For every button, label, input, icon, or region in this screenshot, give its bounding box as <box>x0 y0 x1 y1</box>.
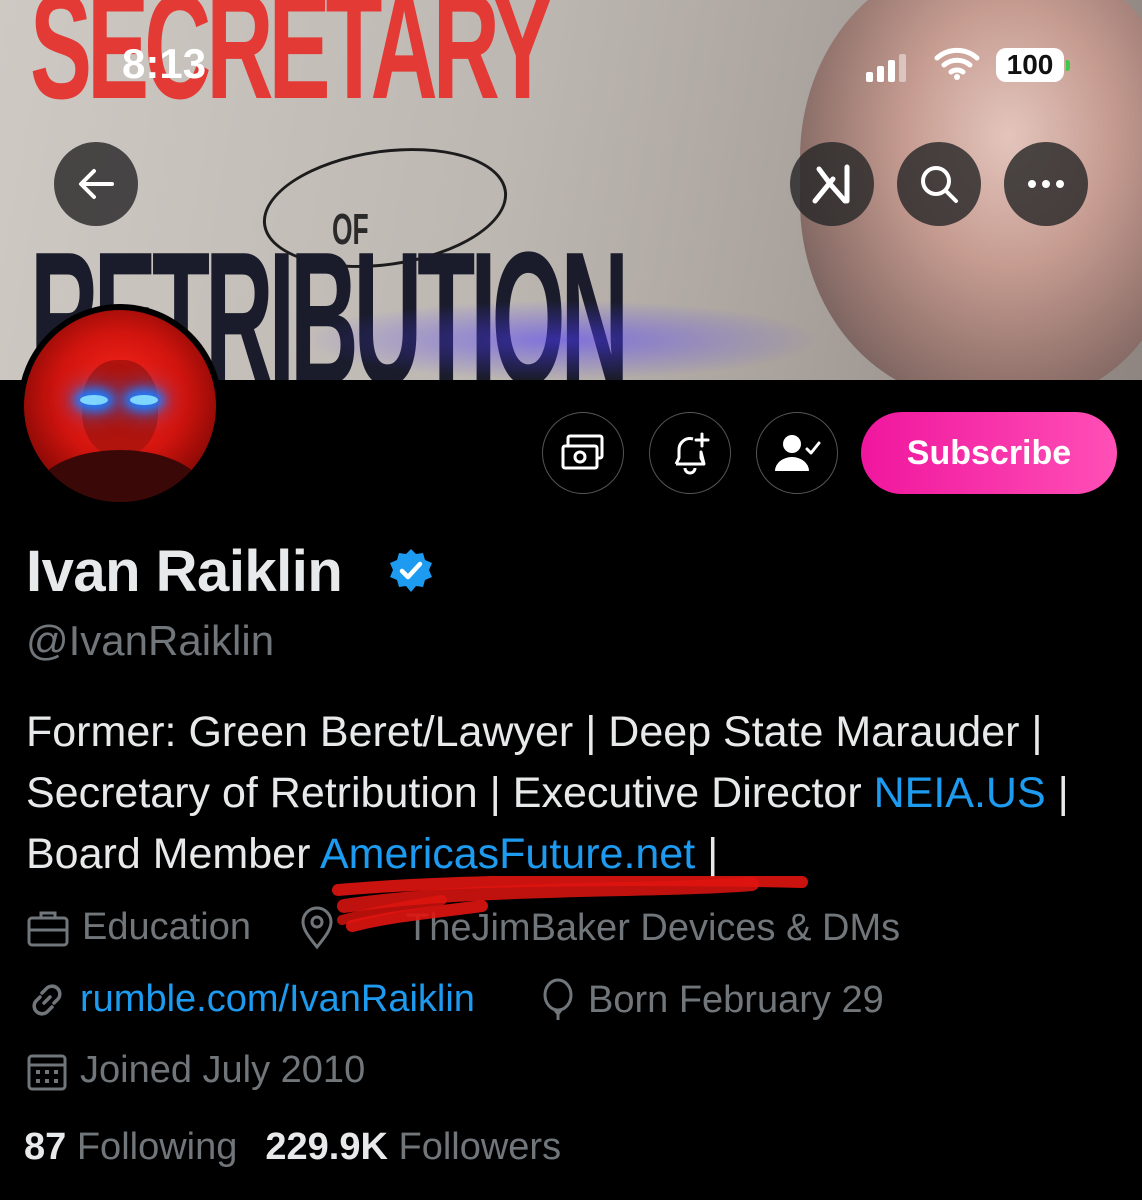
search-icon <box>921 166 958 203</box>
avatar-glowing-eye-left <box>80 395 108 405</box>
website-link[interactable]: rumble.com/IvanRaiklin <box>80 978 475 1021</box>
location-pin-icon <box>301 906 333 950</box>
notifications-button[interactable] <box>649 412 731 494</box>
bio-link-neia[interactable]: NEIA.US <box>874 769 1046 817</box>
avatar-shoulders <box>34 450 206 502</box>
user-check-icon <box>775 435 821 471</box>
following-label: Following <box>76 1126 238 1168</box>
banner-glow <box>300 300 820 380</box>
profile-category: Education <box>26 906 251 949</box>
briefcase-icon <box>27 911 69 946</box>
following-stat[interactable]: 87 Following <box>24 1126 237 1169</box>
profile-website[interactable]: rumble.com/IvanRaiklin <box>26 978 475 1021</box>
profile-birthday: Born February 29 <box>540 978 884 1022</box>
bio-text: | <box>695 830 719 878</box>
more-options-button[interactable] <box>1004 142 1088 226</box>
bell-plus-icon <box>674 432 710 475</box>
following-count: 87 <box>24 1126 67 1168</box>
wifi-icon <box>934 46 980 85</box>
tip-button[interactable] <box>542 412 624 494</box>
follow-counts: 87 Following 229.9K Followers <box>24 1126 561 1169</box>
status-time: 8:13 <box>122 40 207 87</box>
profile-avatar[interactable] <box>18 304 222 508</box>
link-icon <box>32 983 62 1016</box>
profile-joined: Joined July 2010 <box>26 1049 365 1092</box>
birthday-label: Born February 29 <box>588 978 884 1021</box>
category-label: Education <box>82 906 252 948</box>
money-icon <box>561 434 604 470</box>
followers-stat[interactable]: 229.9K Followers <box>265 1126 561 1169</box>
red-redaction-scribble <box>332 876 808 932</box>
banner-text-secretary: SECRETARY <box>30 0 554 130</box>
verified-badge-icon[interactable] <box>387 547 435 600</box>
cellular-signal-icon <box>866 52 906 82</box>
profile-bio: Former: Green Beret/Lawyer | Deep State … <box>26 702 1126 885</box>
profile-handle: @IvanRaiklin <box>26 617 275 664</box>
subscribe-button[interactable]: Subscribe <box>861 412 1117 494</box>
avatar-image <box>24 310 216 502</box>
profile-name: Ivan Raiklin <box>26 539 343 604</box>
bio-line: Former: Green Beret/Lawyer | Deep State … <box>26 708 1043 756</box>
calendar-icon <box>27 1054 67 1090</box>
grok-icon <box>812 164 850 204</box>
search-button[interactable] <box>897 142 981 226</box>
more-dots-icon <box>1028 180 1064 188</box>
avatar-head <box>82 360 158 456</box>
bio-text: | <box>1045 769 1069 817</box>
bio-link-americasfuture[interactable]: AmericasFuture.net <box>320 830 695 878</box>
back-button[interactable] <box>54 142 138 226</box>
followers-count: 229.9K <box>265 1126 388 1168</box>
joined-label: Joined July 2010 <box>80 1049 366 1091</box>
battery-indicator: 100 <box>996 48 1070 82</box>
bio-text: Board Member <box>26 830 320 878</box>
following-button[interactable] <box>756 412 838 494</box>
followers-label: Followers <box>398 1126 562 1168</box>
grok-button[interactable] <box>790 142 874 226</box>
balloon-icon <box>543 978 573 1020</box>
bio-text: Secretary of Retribution | Executive Dir… <box>26 769 874 817</box>
bio-line: Secretary of Retribution | Executive Dir… <box>26 763 1126 824</box>
avatar-glowing-eye-right <box>130 395 158 405</box>
arrow-left-icon <box>79 169 114 199</box>
